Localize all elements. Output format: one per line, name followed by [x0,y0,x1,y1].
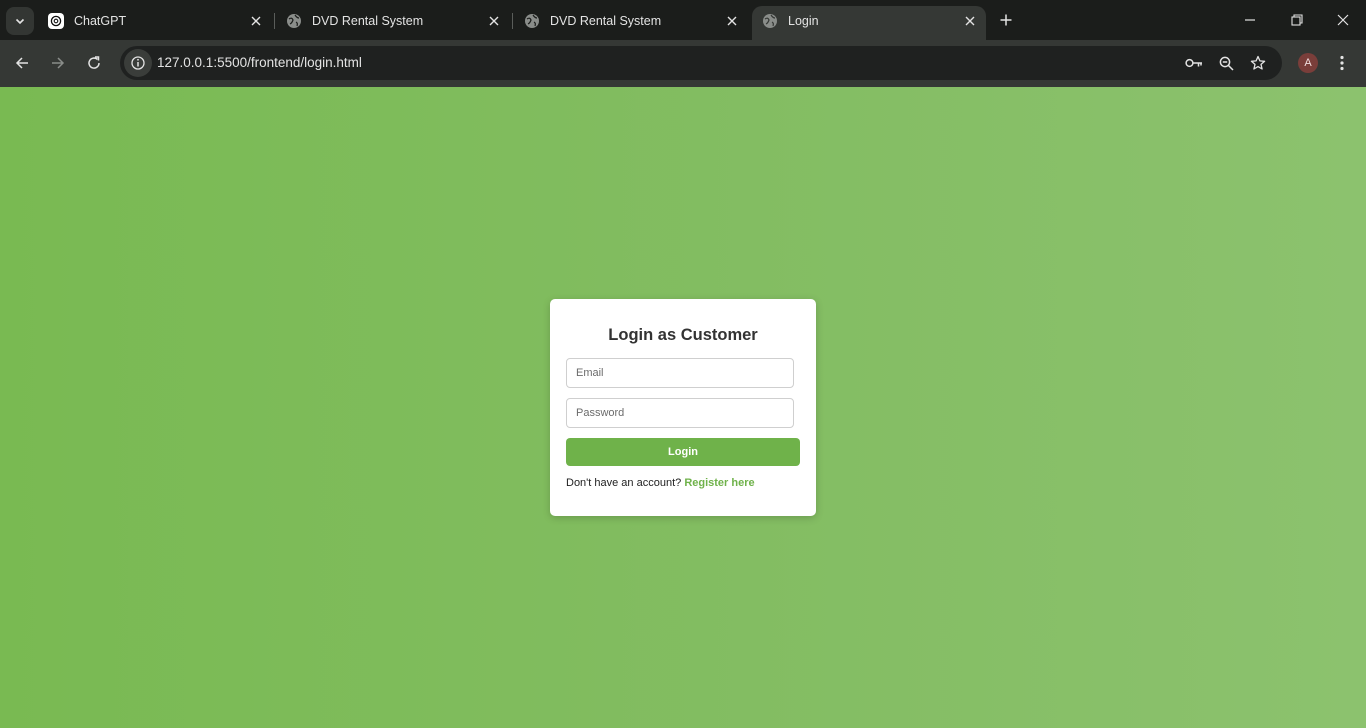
email-field[interactable] [566,358,794,388]
browser-toolbar: 127.0.0.1:5500/frontend/login.html A [0,40,1366,87]
key-icon[interactable] [1184,53,1204,73]
chevron-down-icon [15,18,25,25]
new-tab-icon[interactable] [996,10,1016,30]
browser-tab-login[interactable]: Login [752,6,986,40]
tab-title: ChatGPT [74,14,127,28]
login-card: Login as Customer Login Don't have an ac… [550,299,816,516]
tab-title: DVD Rental System [550,14,662,28]
profile-avatar[interactable]: A [1298,53,1318,73]
forward-icon[interactable] [48,53,68,73]
register-prompt-text: Don't have an account? [566,477,682,489]
tab-divider [274,13,275,29]
zoom-icon[interactable] [1216,53,1236,73]
tab-title: Login [788,14,819,28]
tab-title: DVD Rental System [312,14,424,28]
login-heading: Login as Customer [608,326,758,344]
globe-icon [525,14,539,28]
minimize-icon[interactable] [1240,10,1260,30]
globe-icon [763,14,777,28]
tab-search-button[interactable] [6,7,34,35]
globe-icon [287,14,301,28]
close-window-icon[interactable] [1333,10,1353,30]
restore-icon[interactable] [1287,10,1307,30]
chatgpt-icon [48,13,64,29]
browser-tab-chatgpt[interactable]: ChatGPT [38,6,272,40]
browser-tab-dvd-1[interactable]: DVD Rental System [276,6,510,40]
url-text[interactable]: 127.0.0.1:5500/frontend/login.html [157,55,362,70]
reload-icon[interactable] [84,53,104,73]
close-tab-icon[interactable] [484,11,504,31]
address-bar[interactable]: 127.0.0.1:5500/frontend/login.html [120,46,1282,80]
bookmark-star-icon[interactable] [1248,53,1268,73]
password-field[interactable] [566,398,794,428]
close-tab-icon[interactable] [722,11,742,31]
tab-divider [512,13,513,29]
url-path: :5500/frontend/login.html [213,55,362,70]
back-icon[interactable] [12,53,32,73]
close-tab-icon[interactable] [246,11,266,31]
menu-icon[interactable] [1332,53,1352,73]
url-host: 127.0.0.1 [157,55,214,70]
register-prompt: Don't have an account? Register here [566,477,755,489]
login-button[interactable]: Login [566,438,800,466]
close-tab-icon[interactable] [960,11,980,31]
browser-tab-dvd-2[interactable]: DVD Rental System [514,6,748,40]
page-viewport: Login as Customer Login Don't have an ac… [0,87,1366,728]
register-link[interactable]: Register here [684,477,754,489]
site-info-icon[interactable] [124,49,152,77]
browser-tab-strip: ChatGPT DVD Rental System DVD Rental Sys… [0,0,1366,40]
